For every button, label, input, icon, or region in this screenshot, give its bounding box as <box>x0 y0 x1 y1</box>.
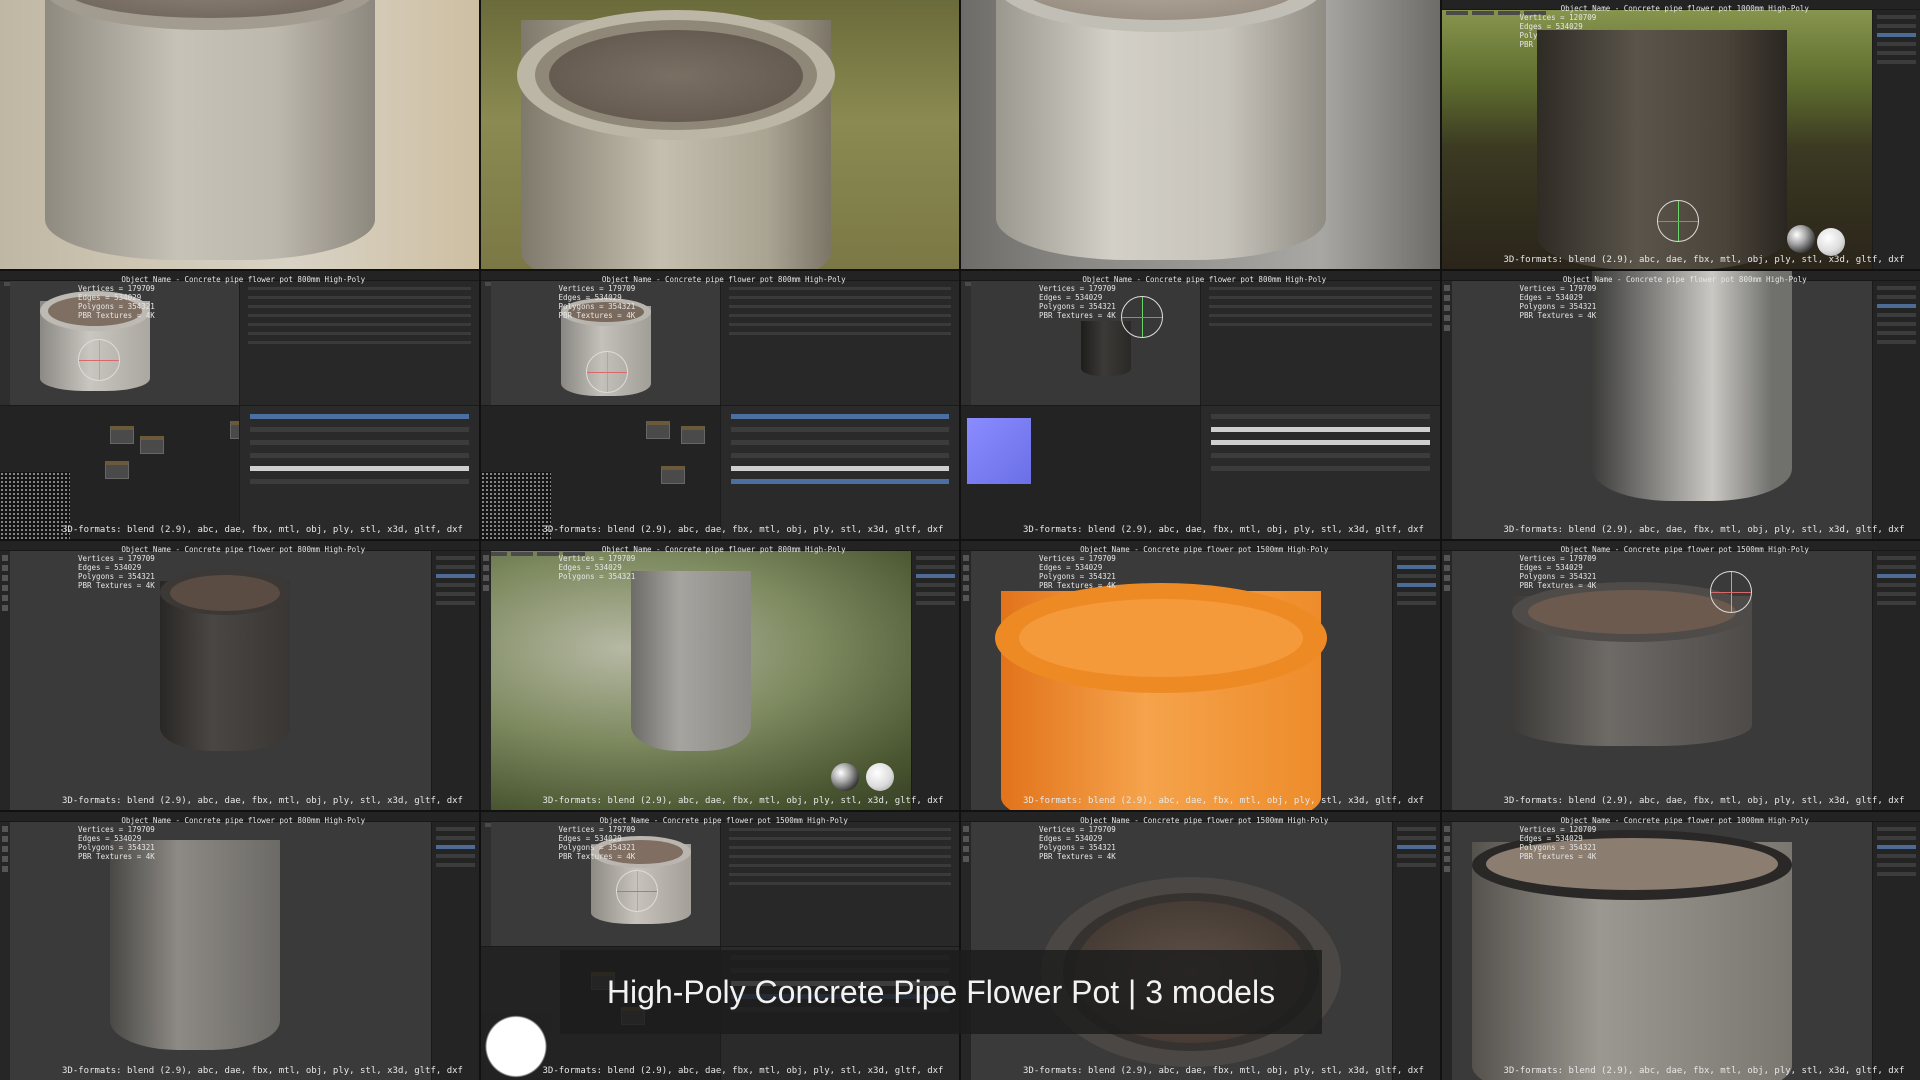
render-rim-closeup <box>480 0 959 269</box>
concrete-pot <box>45 0 375 260</box>
chrome-sphere <box>830 763 859 791</box>
concrete-pot <box>1511 582 1752 746</box>
blender-shading-wide-pot[interactable]: Object Name - Concrete pipe flower pot 1… <box>480 811 959 1080</box>
blender-viewport-top-view[interactable]: Object Name - Concrete pipe flower pot 1… <box>961 811 1440 1080</box>
transform-gizmo[interactable] <box>585 350 628 393</box>
stats-overlay: Object Name - Concrete pipe flower pot 1… <box>1039 815 1329 861</box>
selected-pot[interactable] <box>995 583 1327 810</box>
blender-viewport-large-pot[interactable]: Object Name - Concrete pipe flower pot 1… <box>1441 811 1920 1080</box>
stats-overlay: Object Name - Concrete pipe flower pot 1… <box>558 815 848 861</box>
shader-node-editor[interactable] <box>0 404 254 539</box>
shader-node[interactable] <box>105 460 129 479</box>
matcap-sphere <box>1769 488 1798 517</box>
preview-collage: Object Name - Concrete pipe flower pot 1… <box>0 0 1920 1080</box>
shader-node[interactable] <box>140 435 164 454</box>
shader-node[interactable] <box>645 420 670 439</box>
formats-label: 3D-formats: blend (2.9), abc, dae, fbx, … <box>1023 525 1424 535</box>
shader-node[interactable] <box>110 425 134 444</box>
viewport-render-blurred[interactable]: Object Name - Concrete pipe flower pot 8… <box>480 541 959 810</box>
stats-overlay: Object Name - Concrete pipe flower pot 8… <box>1039 274 1327 320</box>
stats-overlay: Object Name - Concrete pipe flower pot 1… <box>1519 545 1809 590</box>
formats-label: 3D-formats: blend (2.9), abc, dae, fbx, … <box>542 795 944 806</box>
render-gray-pot-closeup <box>961 0 1440 269</box>
formats-label: 3D-formats: blend (2.9), abc, dae, fbx, … <box>1503 525 1905 535</box>
image-editor[interactable] <box>961 404 1201 539</box>
blender-shading-normal-map[interactable]: Object Name - Concrete pipe flower pot 8… <box>961 270 1440 539</box>
white-sphere <box>1816 228 1845 256</box>
blender-viewport-selected-pot[interactable]: Object Name - Concrete pipe flower pot 1… <box>961 541 1440 810</box>
formats-label: 3D-formats: blend (2.9), abc, dae, fbx, … <box>1503 1066 1905 1076</box>
blender-viewport-dark-pot[interactable]: Object Name - Concrete pipe flower pot 8… <box>0 541 479 810</box>
formats-label: 3D-formats: blend (2.9), abc, dae, fbx, … <box>62 525 463 535</box>
texture-preview <box>480 472 551 539</box>
blender-viewport-cylinder[interactable]: Object Name - Concrete pipe flower pot 8… <box>1441 270 1920 539</box>
stats-overlay: Object Name - Concrete pipe flower pot 1… <box>1519 815 1809 861</box>
stats-overlay: Object Name - Concrete pipe flower pot 8… <box>558 545 846 581</box>
formats-label: 3D-formats: blend (2.9), abc, dae, fbx, … <box>542 1066 944 1076</box>
viewport-render-field[interactable]: Object Name - Concrete pipe flower pot 1… <box>1441 0 1920 269</box>
blender-viewport-wide-pot[interactable]: Object Name - Concrete pipe flower pot 1… <box>1441 541 1920 810</box>
stats-overlay: Object Name - Concrete pipe flower pot 8… <box>78 545 366 590</box>
formats-label: 3D-formats: blend (2.9), abc, dae, fbx, … <box>1023 795 1424 806</box>
blender-viewport-gray-cylinder[interactable]: Object Name - Concrete pipe flower pot 8… <box>0 811 479 1080</box>
formats-label: 3D-formats: blend (2.9), abc, dae, fbx, … <box>1503 795 1905 806</box>
concrete-pot <box>996 0 1326 260</box>
render-light-pot-closeup <box>0 0 479 269</box>
formats-label: 3D-formats: blend (2.9), abc, dae, fbx, … <box>542 525 944 535</box>
texture-preview <box>480 1013 551 1080</box>
transform-gizmo[interactable] <box>1656 200 1699 242</box>
blender-shading-small-pot[interactable]: Object Name - Concrete pipe flower pot 8… <box>0 270 479 539</box>
matcap-sphere <box>1801 488 1830 517</box>
formats-label: 3D-formats: blend (2.9), abc, dae, fbx, … <box>1023 1066 1424 1076</box>
node-properties[interactable] <box>719 404 959 539</box>
formats-label: 3D-formats: blend (2.9), abc, dae, fbx, … <box>62 795 463 806</box>
stats-overlay: Object Name - Concrete pipe flower pot 1… <box>1039 545 1329 590</box>
formats-label: 3D-formats: blend (2.9), abc, dae, fbx, … <box>1503 254 1905 265</box>
node-properties[interactable] <box>1200 404 1440 539</box>
stats-overlay: Object Name - Concrete pipe flower pot 8… <box>78 274 366 320</box>
blender-shading-tall-pot[interactable]: Object Name - Concrete pipe flower pot 8… <box>480 270 959 539</box>
node-properties[interactable] <box>239 404 479 539</box>
shader-node[interactable] <box>660 465 685 484</box>
shader-node[interactable] <box>680 425 705 444</box>
texture-preview <box>0 472 70 539</box>
title-caption: High-Poly Concrete Pipe Flower Pot | 3 m… <box>560 950 1322 1034</box>
stats-overlay: Object Name - Concrete pipe flower pot 8… <box>558 274 846 320</box>
transform-gizmo[interactable] <box>78 338 120 381</box>
stats-overlay: Object Name - Concrete pipe flower pot 8… <box>78 815 366 861</box>
concrete-pot <box>516 10 835 269</box>
caption-text: High-Poly Concrete Pipe Flower Pot | 3 m… <box>606 973 1276 1010</box>
properties-panel[interactable] <box>1872 10 1920 269</box>
formats-label: 3D-formats: blend (2.9), abc, dae, fbx, … <box>62 1066 463 1076</box>
normal-map-preview <box>967 417 1031 484</box>
chrome-sphere <box>1786 225 1815 253</box>
shader-node-editor[interactable] <box>480 404 720 539</box>
white-sphere <box>865 763 894 791</box>
stats-overlay: Object Name - Concrete pipe flower pot 8… <box>1519 274 1807 320</box>
